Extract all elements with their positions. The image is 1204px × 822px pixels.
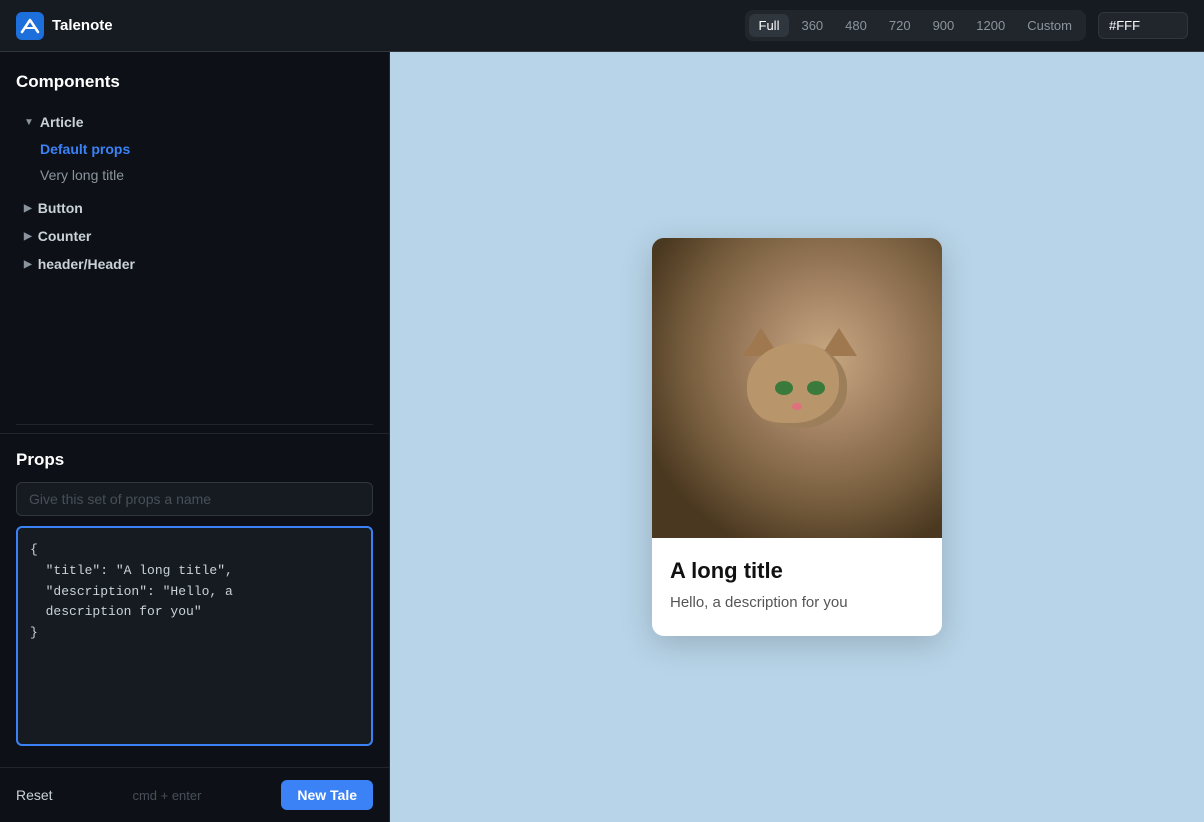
color-input[interactable] xyxy=(1098,12,1188,39)
cat-eye-right xyxy=(807,381,825,395)
logo-text: Talenote xyxy=(52,17,113,34)
viewport-custom[interactable]: Custom xyxy=(1017,14,1082,37)
logo: Talenote xyxy=(16,12,113,40)
arrow-right-icon-counter: ▶ xyxy=(24,231,32,242)
tree-label-article: Article xyxy=(40,114,84,130)
sidebar-divider xyxy=(16,424,373,425)
cat-head xyxy=(747,343,847,428)
components-panel: Components ▼ Article Default props Very … xyxy=(0,52,389,416)
props-section: Props { "title": "A long title", "descri… xyxy=(0,433,389,767)
viewport-720[interactable]: 720 xyxy=(879,14,921,37)
viewport-480[interactable]: 480 xyxy=(835,14,877,37)
card-image xyxy=(652,238,942,538)
sidebar: Components ▼ Article Default props Very … xyxy=(0,52,390,822)
props-name-input[interactable] xyxy=(16,482,373,516)
tree-item-counter[interactable]: ▶ Counter xyxy=(16,222,373,250)
cat-illustration xyxy=(727,328,867,448)
viewport-full[interactable]: Full xyxy=(749,14,790,37)
tree-label-counter: Counter xyxy=(38,228,92,244)
viewport-controls: Full 360 480 720 900 1200 Custom xyxy=(745,10,1086,41)
viewport-900[interactable]: 900 xyxy=(923,14,965,37)
preview-area: A long title Hello, a description for yo… xyxy=(390,52,1204,822)
arrow-right-icon-button: ▶ xyxy=(24,203,32,214)
cat-nose xyxy=(792,403,802,410)
sidebar-footer: Reset cmd + enter New Tale xyxy=(0,767,389,822)
props-editor[interactable]: { "title": "A long title", "description"… xyxy=(16,526,373,746)
card-body: A long title Hello, a description for yo… xyxy=(652,538,942,637)
viewport-1200[interactable]: 1200 xyxy=(966,14,1015,37)
arrow-down-icon: ▼ xyxy=(24,117,34,128)
cat-eye-left xyxy=(775,381,793,395)
new-tale-button[interactable]: New Tale xyxy=(281,780,373,810)
tree-label-header: header/Header xyxy=(38,256,135,272)
props-title: Props xyxy=(16,450,373,470)
tree-child-default-props[interactable]: Default props xyxy=(16,136,373,162)
tree-item-article[interactable]: ▼ Article xyxy=(16,108,373,136)
viewport-360[interactable]: 360 xyxy=(791,14,833,37)
arrow-right-icon-header: ▶ xyxy=(24,259,32,270)
tree-label-button: Button xyxy=(38,200,83,216)
components-title: Components xyxy=(16,72,373,92)
card-title: A long title xyxy=(670,558,924,584)
shortcut-hint: cmd + enter xyxy=(132,788,201,803)
preview-card: A long title Hello, a description for yo… xyxy=(652,238,942,637)
tree-child-very-long-title[interactable]: Very long title xyxy=(16,162,373,188)
tree-item-header[interactable]: ▶ header/Header xyxy=(16,250,373,278)
card-image-inner xyxy=(652,238,942,538)
logo-icon xyxy=(16,12,44,40)
app-header: Talenote Full 360 480 720 900 1200 Custo… xyxy=(0,0,1204,52)
card-description: Hello, a description for you xyxy=(670,592,924,615)
tree-item-button[interactable]: ▶ Button xyxy=(16,194,373,222)
main-layout: Components ▼ Article Default props Very … xyxy=(0,52,1204,822)
reset-button[interactable]: Reset xyxy=(16,787,53,803)
